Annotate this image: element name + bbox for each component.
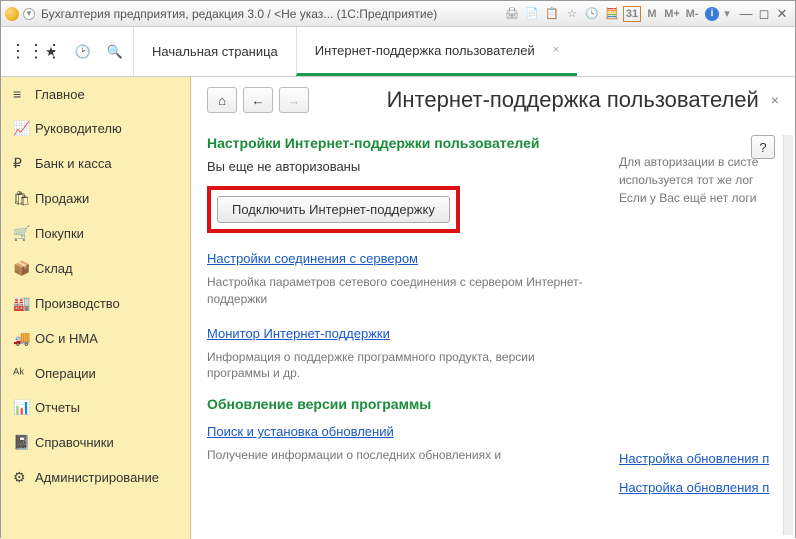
home-button[interactable]: ⌂ [207,87,237,113]
menu-icon: ≡ [13,86,35,102]
dropdown-icon[interactable]: ▾ [23,8,35,20]
update-settings-link-1[interactable]: Настройка обновления п [619,451,769,466]
main-toolbar: ⋮⋮⋮ ★ 🕑 🔍 Начальная страница Интернет-по… [1,27,795,77]
section-update-title: Обновление версии программы [207,396,595,412]
content-area: ⌂ ← → Интернет-поддержка пользователей ×… [191,77,795,539]
book-icon: 📓 [13,434,35,451]
sidebar-item-label: Администрирование [35,470,159,485]
clipboard-icon[interactable]: 🕑 [73,44,93,60]
maximize-button[interactable]: ◻ [755,6,773,22]
calc-icon[interactable]: 🧮 [603,6,621,22]
sidebar-item-manager[interactable]: 📈Руководителю [1,111,190,146]
sidebar-item-production[interactable]: 🏭Производство [1,286,190,321]
gear-icon: ⚙ [13,469,35,486]
back-button[interactable]: ← [243,87,273,113]
sidebar-item-label: Склад [35,261,73,276]
search-icon[interactable]: 🔍 [105,44,125,60]
tab-bar: Начальная страница Интернет-поддержка по… [133,27,577,76]
sidebar-item-bank[interactable]: ₽Банк и касса [1,146,190,181]
star-icon[interactable]: ★ [41,44,61,60]
sidebar-item-operations[interactable]: ᴬᵏОперации [1,356,190,390]
sidebar-item-sales[interactable]: 🛍Продажи [1,181,190,216]
operations-icon: ᴬᵏ [13,365,35,381]
auth-status-text: Вы еще не авторизованы [207,159,595,174]
factory-icon: 🏭 [13,295,35,312]
copy-icon[interactable]: 📋 [543,6,561,22]
chart-icon: 📈 [13,120,35,137]
m-minus-icon[interactable]: M- [683,6,701,22]
sidebar-item-label: Операции [35,366,96,381]
update-settings-link-2[interactable]: Настройка обновления п [619,480,769,495]
page-title: Интернет-поддержка пользователей [309,87,759,113]
monitor-desc: Информация о поддержке программного прод… [207,349,595,383]
window-titlebar: ▾ Бухгалтерия предприятия, редакция 3.0 … [1,1,795,27]
m-plus-icon[interactable]: M+ [663,6,681,22]
sidebar-item-label: Покупки [35,226,84,241]
sidebar-item-label: Главное [35,87,85,102]
sidebar-item-label: Производство [35,296,120,311]
section-settings-title: Настройки Интернет-поддержки пользовател… [207,135,595,151]
m-icon[interactable]: M [643,6,661,22]
sidebar-item-label: Продажи [35,191,89,206]
tab-label: Интернет-поддержка пользователей [315,43,535,58]
history-icon[interactable]: 🕓 [583,6,601,22]
sidebar-item-admin[interactable]: ⚙Администрирование [1,460,190,495]
sidebar-item-warehouse[interactable]: 📦Склад [1,251,190,286]
print-icon[interactable]: 🖨 [503,6,521,22]
sidebar-item-main[interactable]: ≡Главное [1,77,190,111]
bag-icon: 🛍 [13,190,35,207]
calendar-icon[interactable]: 31 [623,6,641,22]
auth-hint-text: Для авторизации в систе используется тот… [619,153,779,207]
sidebar-item-purchases[interactable]: 🛒Покупки [1,216,190,251]
update-desc: Получение информации о последних обновле… [207,447,595,464]
favorite-icon[interactable]: ☆ [563,6,581,22]
reports-icon: 📊 [13,399,35,416]
tab-internet-support[interactable]: Интернет-поддержка пользователей × [296,27,577,76]
minimize-button[interactable]: — [737,6,755,21]
tab-label: Начальная страница [152,44,278,59]
close-button[interactable]: ✕ [773,6,791,22]
connect-highlight: Подключить Интернет-поддержку [207,186,460,233]
forward-button[interactable]: → [279,87,309,113]
sidebar-item-label: Руководителю [35,121,122,136]
monitor-link[interactable]: Монитор Интернет-поддержки [207,326,390,341]
truck-icon: 🚚 [13,330,35,347]
ruble-icon: ₽ [13,155,35,172]
connect-support-button[interactable]: Подключить Интернет-поддержку [217,196,450,223]
sidebar-item-assets[interactable]: 🚚ОС и НМА [1,321,190,356]
connection-settings-desc: Настройка параметров сетевого соединения… [207,274,595,308]
sidebar-item-directories[interactable]: 📓Справочники [1,425,190,460]
sidebar-item-label: ОС и НМА [35,331,98,346]
close-page-button[interactable]: × [771,92,779,108]
sidebar: ≡Главное 📈Руководителю ₽Банк и касса 🛍Пр… [1,77,191,539]
info-dropdown-icon[interactable]: ▾ [718,6,736,22]
apps-icon[interactable]: ⋮⋮⋮ [9,41,29,62]
sidebar-item-label: Справочники [35,435,114,450]
sidebar-item-reports[interactable]: 📊Отчеты [1,390,190,425]
box-icon: 📦 [13,260,35,277]
scrollbar[interactable] [783,135,793,535]
update-search-link[interactable]: Поиск и установка обновлений [207,424,394,439]
doc-icon[interactable]: 📄 [523,6,541,22]
tab-home[interactable]: Начальная страница [133,27,296,76]
cart-icon: 🛒 [13,225,35,242]
sidebar-item-label: Отчеты [35,400,80,415]
tab-close-icon[interactable]: × [553,44,559,56]
window-title: Бухгалтерия предприятия, редакция 3.0 / … [41,7,437,21]
help-button[interactable]: ? [751,135,775,159]
app-icon [5,7,19,21]
connection-settings-link[interactable]: Настройки соединения с сервером [207,251,418,266]
sidebar-item-label: Банк и касса [35,156,112,171]
